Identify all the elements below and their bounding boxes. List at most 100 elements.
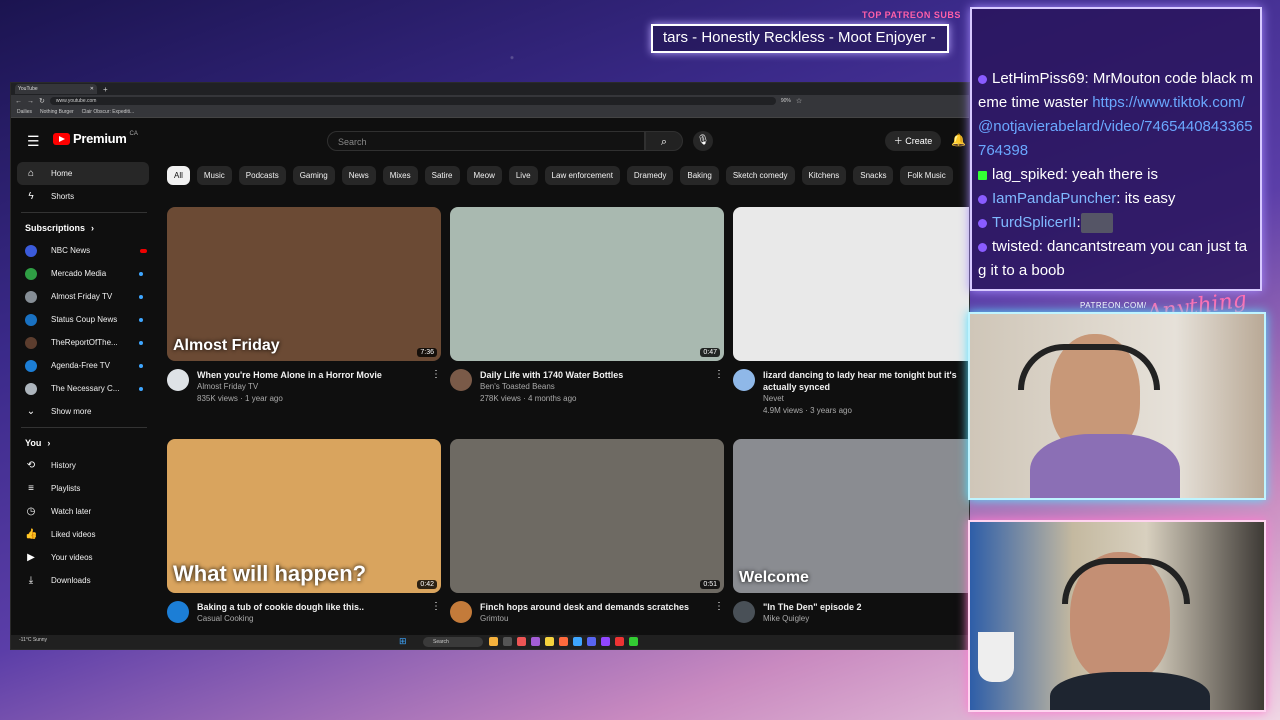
show-more-button[interactable]: ⌄ Show more	[11, 400, 157, 423]
youtube-logo[interactable]: Premium CA	[53, 131, 138, 146]
browser-tab[interactable]: YouTube ✕	[15, 84, 97, 94]
sidebar-subscription[interactable]: Status Coup News	[11, 308, 157, 331]
sidebar-item-downloads[interactable]: ⤓ Downloads	[11, 569, 157, 592]
more-options-icon[interactable]: ⋮	[714, 369, 724, 380]
filter-chip[interactable]: Snacks	[853, 166, 894, 185]
sidebar-item-playlists[interactable]: ≡ Playlists	[11, 477, 157, 500]
more-options-icon[interactable]: ⋮	[431, 601, 441, 612]
sidebar-subscription[interactable]: Mercado Media	[11, 262, 157, 285]
filter-chip[interactable]: Mixes	[382, 166, 418, 185]
channel-name[interactable]: Casual Cooking	[197, 613, 417, 625]
discord-icon[interactable]	[587, 637, 596, 646]
app-icon[interactable]	[517, 637, 526, 646]
forward-icon[interactable]: →	[27, 98, 34, 105]
video-title[interactable]: "In The Den" episode 2	[763, 601, 969, 613]
filter-chip[interactable]: Kitchens	[801, 166, 847, 185]
url-field[interactable]: www.youtube.com	[49, 97, 776, 105]
filter-chip[interactable]: Music	[196, 166, 232, 185]
filter-chip[interactable]: Law enforcement	[544, 166, 620, 185]
filter-chip[interactable]: Folk Music	[900, 166, 953, 185]
video-title[interactable]: Baking a tub of cookie dough like this..	[197, 601, 417, 613]
star-icon[interactable]: ☆	[796, 97, 802, 105]
filter-chip[interactable]: Baking	[680, 166, 719, 185]
create-button[interactable]: ＋ Create	[885, 131, 941, 151]
search-input[interactable]: Search	[327, 131, 645, 151]
filter-chip[interactable]: Gaming	[292, 166, 335, 185]
channel-name[interactable]: Ben's Toasted Beans	[480, 381, 700, 393]
menu-icon[interactable]: ☰	[27, 133, 40, 150]
file-explorer-icon[interactable]	[489, 637, 498, 646]
zoom-level[interactable]: 90%	[781, 98, 791, 104]
app-icon[interactable]	[545, 637, 554, 646]
sidebar-subscription[interactable]: The Necessary C...	[11, 377, 157, 400]
video-title[interactable]: lizard dancing to lady hear me tonight b…	[763, 369, 969, 393]
bookmark-item[interactable]: Nothing Burger	[40, 109, 74, 115]
app-icon[interactable]	[531, 637, 540, 646]
more-options-icon[interactable]: ⋮	[714, 601, 724, 612]
more-options-icon[interactable]: ⋮	[431, 369, 441, 380]
sidebar-item-shorts[interactable]: ϟ Shorts	[11, 185, 157, 208]
filter-chip[interactable]: Sketch comedy	[725, 166, 795, 185]
subscriptions-heading[interactable]: Subscriptions ›	[11, 217, 157, 239]
filter-chip[interactable]: Satire	[424, 166, 460, 185]
microphone-icon[interactable]: 🎙	[693, 131, 713, 151]
channel-avatar[interactable]	[167, 601, 189, 623]
video-thumbnail[interactable]: 0:47	[450, 207, 724, 361]
app-icon[interactable]	[629, 637, 638, 646]
video-thumbnail[interactable]	[733, 207, 969, 361]
video-card[interactable]: 0:47 Daily Life with 1740 Water Bottles Be…	[450, 207, 724, 405]
filter-chip[interactable]: News	[341, 166, 376, 185]
weather-widget[interactable]: -11°C Sunny	[19, 637, 47, 643]
search-icon[interactable]: ⌕	[645, 131, 683, 151]
sidebar-subscription[interactable]: TheReportOfThe...	[11, 331, 157, 354]
channel-avatar[interactable]	[167, 369, 189, 391]
video-card[interactable]: Welcome "In The Den" episode 2 Mike Quigle…	[733, 439, 969, 625]
windows-start-icon[interactable]: ⊞	[399, 636, 407, 647]
channel-avatar[interactable]	[450, 601, 472, 623]
new-tab-icon[interactable]: +	[103, 85, 108, 94]
channel-avatar[interactable]	[450, 369, 472, 391]
sidebar-subscription[interactable]: Agenda-Free TV	[11, 354, 157, 377]
video-thumbnail[interactable]: 0:51	[450, 439, 724, 593]
sidebar-item-history[interactable]: ⟲ History	[11, 454, 157, 477]
video-card[interactable]: 0:51 Finch hops around desk and demands s…	[450, 439, 724, 625]
video-card[interactable]: What will happen? 0:42 Baking a tub of coo…	[167, 439, 441, 625]
bookmark-item[interactable]: Clair Obscur: Expediti...	[82, 109, 135, 115]
filter-chip[interactable]: All	[167, 166, 190, 185]
reload-icon[interactable]: ↻	[39, 97, 45, 105]
channel-avatar[interactable]	[733, 601, 755, 623]
channel-name[interactable]: Mike Quigley	[763, 613, 969, 625]
taskbar-search[interactable]: Search	[423, 637, 483, 647]
filter-chip[interactable]: Podcasts	[238, 166, 286, 185]
channel-avatar[interactable]	[733, 369, 755, 391]
sidebar-item-your-videos[interactable]: ▶ Your videos	[11, 546, 157, 569]
notifications-icon[interactable]: 🔔	[951, 133, 966, 147]
video-thumbnail[interactable]: What will happen? 0:42	[167, 439, 441, 593]
bookmark-item[interactable]: Dailies	[17, 109, 32, 115]
sidebar-subscription[interactable]: NBC News	[11, 239, 157, 262]
filter-chip[interactable]: Meow	[466, 166, 502, 185]
you-heading[interactable]: You ›	[11, 432, 157, 454]
app-icon[interactable]	[573, 637, 582, 646]
sidebar-item-home[interactable]: ⌂ Home	[17, 162, 149, 185]
app-icon[interactable]	[615, 637, 624, 646]
video-card[interactable]: lizard dancing to lady hear me tonight b…	[733, 207, 969, 417]
app-icon[interactable]	[503, 637, 512, 646]
filter-chip[interactable]: Dramedy	[626, 166, 674, 185]
back-icon[interactable]: ←	[15, 98, 22, 105]
video-title[interactable]: Finch hops around desk and demands scrat…	[480, 601, 700, 613]
app-icon[interactable]	[559, 637, 568, 646]
channel-name[interactable]: Grimtou	[480, 613, 700, 625]
video-card[interactable]: Almost Friday 7:36 When you're Home Alone …	[167, 207, 441, 405]
close-icon[interactable]: ✕	[90, 86, 94, 92]
filter-chip[interactable]: Live	[508, 166, 538, 185]
video-title[interactable]: When you're Home Alone in a Horror Movie	[197, 369, 417, 381]
app-icon[interactable]	[601, 637, 610, 646]
channel-name[interactable]: Almost Friday TV	[197, 381, 417, 393]
channel-name[interactable]: Nevet	[763, 393, 969, 405]
sidebar-item-watch-later[interactable]: ◷ Watch later	[11, 500, 157, 523]
sidebar-item-liked-videos[interactable]: 👍 Liked videos	[11, 523, 157, 546]
sidebar-subscription[interactable]: Almost Friday TV	[11, 285, 157, 308]
video-thumbnail[interactable]: Welcome	[733, 439, 969, 593]
video-thumbnail[interactable]: Almost Friday 7:36	[167, 207, 441, 361]
